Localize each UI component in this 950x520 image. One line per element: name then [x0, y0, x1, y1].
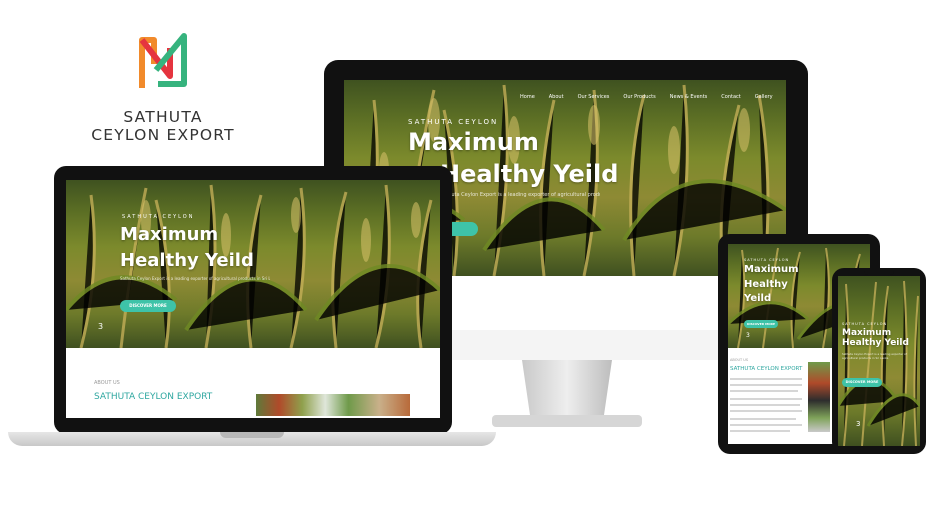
laptop-about-heading: SATHUTA CEYLON EXPORT	[94, 392, 213, 402]
laptop-about-photo-strip	[256, 394, 410, 416]
tablet-about-heading: SATHUTA CEYLON EXPORT	[730, 366, 803, 372]
brand-name-line1: SATHUTA	[123, 108, 203, 126]
laptop-hero-subtitle: Sathuta Ceylon Export is a leading expor…	[120, 276, 270, 281]
nav-item-products[interactable]: Our Products	[623, 94, 655, 100]
phone-screen-hero	[838, 276, 920, 446]
tablet-para-line	[730, 398, 802, 400]
laptop-hero-title-line1: Maximum	[120, 224, 219, 245]
laptop-hero-kicker: SATHUTA CEYLON	[122, 214, 195, 220]
tablet-para-line	[730, 390, 798, 392]
laptop-about-label: ABOUT US	[94, 380, 120, 386]
phone-hero-title-line2: Healthy Yeild	[842, 338, 909, 348]
laptop-cta-button[interactable]: DISCOVER MORE	[120, 300, 176, 312]
tablet-cta-button[interactable]: DISCOVER MORE	[744, 320, 778, 328]
phone-hero-kicker: SATHUTA CEYLON	[842, 322, 888, 326]
tablet-hero-title-line2: Healthy Yeild	[744, 279, 788, 304]
tablet-para-line	[730, 410, 802, 412]
phone-slide-number: 3	[856, 420, 861, 428]
tablet-hero-kicker: SATHUTA CEYLON	[744, 258, 790, 262]
tablet-slide-number: 3	[746, 332, 750, 339]
tablet-para-line	[730, 384, 802, 386]
brand-name-line2: CEYLON EXPORT	[91, 126, 235, 144]
phone-notch	[864, 270, 894, 275]
laptop-notch	[220, 432, 284, 438]
phone-cta-button[interactable]: DISCOVER MORE	[842, 378, 882, 387]
nav-item-services[interactable]: Our Services	[578, 94, 610, 100]
tablet-para-line	[730, 418, 796, 420]
tablet-about-photo-hexes	[808, 362, 830, 432]
nav-item-gallery[interactable]: Gallery	[755, 94, 773, 100]
desktop-hero-title-line2: Healthy Yeild	[440, 160, 619, 188]
tablet-hero-title-line1: Maximum	[744, 264, 799, 275]
tablet-para-line	[730, 378, 802, 380]
desktop-hero-title-line1: Maximum	[408, 128, 539, 156]
monitor-stand	[492, 360, 642, 430]
phone-hero-subtitle: Sathuta Ceylon Export is a leading expor…	[842, 352, 907, 360]
nav-item-home[interactable]: Home	[520, 94, 535, 100]
tablet-para-line	[730, 424, 802, 426]
tablet-para-line	[730, 404, 800, 406]
laptop-slide-number: 3	[98, 322, 104, 331]
desktop-hero-kicker: SATHUTA CEYLON	[408, 118, 499, 126]
phone-hero-title-line1: Maximum	[842, 328, 892, 338]
nav-item-contact[interactable]: Contact	[721, 94, 740, 100]
nav-item-about[interactable]: About	[549, 94, 564, 100]
tablet-para-line	[730, 430, 790, 432]
desktop-nav: Home About Our Services Our Products New…	[520, 94, 773, 100]
nav-item-news[interactable]: News & Events	[670, 94, 708, 100]
tablet-about-label: ABOUT US	[730, 358, 749, 362]
laptop-hero-title-line2: Healthy Yeild	[120, 250, 254, 271]
desktop-hero-subtitle: Sathuta Ceylon Export is a leading expor…	[440, 192, 600, 198]
brand-logo-icon	[139, 33, 187, 88]
brand-logo-block: SATHUTA CEYLON EXPORT	[78, 30, 248, 160]
